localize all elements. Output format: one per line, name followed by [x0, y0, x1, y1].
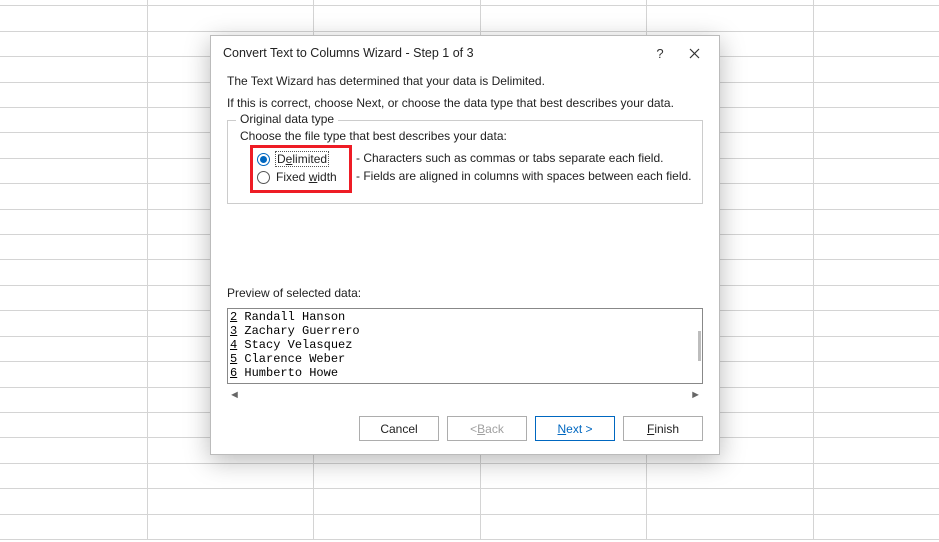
back-button[interactable]: < Back	[447, 416, 527, 441]
titlebar: Convert Text to Columns Wizard - Step 1 …	[211, 36, 719, 70]
preview-label: Preview of selected data:	[227, 286, 703, 300]
radio-delimited[interactable]: Delimited	[257, 150, 345, 168]
desc-fixed-width: - Fields are aligned in columns with spa…	[356, 167, 692, 185]
dialog-title: Convert Text to Columns Wizard - Step 1 …	[223, 46, 643, 60]
preview-horizontal-scrollbar[interactable]: ◄ ►	[227, 388, 703, 402]
finish-button[interactable]: Finish	[623, 416, 703, 441]
preview-row: 4 Stacy Velasquez	[230, 338, 700, 352]
preview-row: 5 Clarence Weber	[230, 352, 700, 366]
preview-row: 2 Randall Hanson	[230, 310, 700, 324]
close-icon	[689, 48, 700, 59]
button-row: Cancel < Back Next > Finish	[227, 416, 703, 441]
dialog-body: The Text Wizard has determined that your…	[211, 70, 719, 453]
radio-fixed-width-indicator	[257, 171, 270, 184]
preview-box: 2 Randall Hanson 3 Zachary Guerrero 4 St…	[227, 308, 703, 384]
choose-label: Choose the file type that best describes…	[240, 129, 692, 143]
scroll-right-icon[interactable]: ►	[690, 389, 701, 401]
preview-content: 2 Randall Hanson 3 Zachary Guerrero 4 St…	[228, 309, 702, 381]
scroll-left-icon[interactable]: ◄	[229, 389, 240, 401]
text-to-columns-dialog: Convert Text to Columns Wizard - Step 1 …	[210, 35, 720, 455]
preview-row: 6 Humberto Howe	[230, 366, 700, 380]
group-legend: Original data type	[236, 112, 338, 126]
radio-fixed-width[interactable]: Fixed width	[257, 168, 345, 186]
cancel-button[interactable]: Cancel	[359, 416, 439, 441]
help-button[interactable]: ?	[643, 39, 677, 67]
radio-highlight-box: Delimited Fixed width	[250, 145, 352, 193]
preview-row: 3 Zachary Guerrero	[230, 324, 700, 338]
radio-delimited-indicator	[257, 153, 270, 166]
radio-descriptions: - Characters such as commas or tabs sepa…	[356, 149, 692, 185]
original-data-type-group: Original data type Choose the file type …	[227, 120, 703, 204]
radio-fixed-width-label: Fixed width	[276, 170, 337, 184]
intro-line-1: The Text Wizard has determined that your…	[227, 72, 703, 90]
intro-line-2: If this is correct, choose Next, or choo…	[227, 94, 703, 112]
radio-delimited-label: Delimited	[276, 152, 328, 166]
next-button[interactable]: Next >	[535, 416, 615, 441]
close-button[interactable]	[677, 39, 711, 67]
desc-delimited: - Characters such as commas or tabs sepa…	[356, 149, 692, 167]
preview-vertical-scrollbar[interactable]	[698, 331, 701, 361]
